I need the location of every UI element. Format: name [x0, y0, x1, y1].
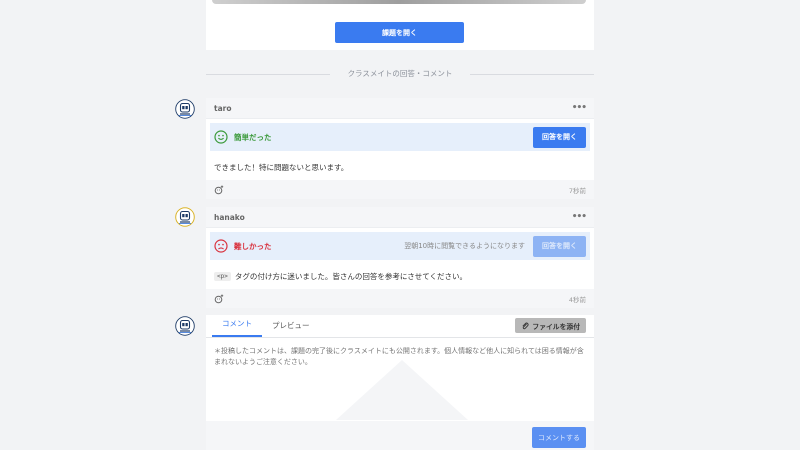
more-options-icon[interactable]: •••	[572, 212, 587, 222]
code-tag: <p>	[214, 271, 231, 281]
avatar	[175, 316, 195, 336]
tab-preview[interactable]: プレビュー	[262, 320, 320, 337]
more-options-icon[interactable]: •••	[572, 103, 587, 113]
difficulty-label: 簡単だった	[234, 132, 272, 142]
avatar-icon	[175, 207, 195, 227]
answer-body: できました！特に問題ないと思います。	[214, 162, 349, 172]
avatar-icon	[175, 316, 195, 336]
tab-comment[interactable]: コメント	[212, 318, 262, 337]
divider-line-left	[206, 74, 330, 75]
reveal-time-note: 翌朝10時に閲覧できるようになります	[404, 242, 525, 250]
timestamp: 7秒前	[568, 186, 586, 195]
username[interactable]: taro	[214, 104, 232, 113]
submit-comment-button[interactable]: コメントする	[532, 427, 586, 448]
comment-input[interactable]	[206, 338, 594, 422]
difficulty-label: 難しかった	[234, 241, 272, 251]
section-divider-label: クラスメイトの回答・コメント	[330, 68, 470, 79]
divider-line-right	[470, 74, 594, 75]
comment-footer: コメントする	[206, 421, 594, 450]
answer-footer: 7秒前	[206, 180, 594, 199]
avatar[interactable]	[175, 207, 195, 227]
answer-card: taro ••• 簡単だった 回答を開く できました！特に問題ないと思います。 …	[206, 98, 594, 199]
attach-file-button[interactable]: ファイルを添付	[515, 318, 586, 333]
answer-text: <p> タグの付け方に迷いました。皆さんの回答を参考にさせてください。	[206, 260, 594, 284]
answer-header: hanako •••	[206, 207, 594, 228]
open-answer-button[interactable]: 回答を開く	[533, 126, 586, 148]
answer-header: taro •••	[206, 98, 594, 119]
avatar-icon	[175, 99, 195, 119]
frown-face-icon	[214, 239, 228, 253]
attach-file-label: ファイルを添付	[532, 322, 580, 331]
comment-form: コメント プレビュー ファイルを添付 コメントする	[206, 315, 594, 450]
username[interactable]: hanako	[214, 213, 245, 222]
smile-face-icon	[214, 130, 228, 144]
difficulty-status: 簡単だった 回答を開く	[210, 123, 590, 151]
comment-tabs: コメント プレビュー ファイルを添付	[206, 315, 594, 338]
open-answer-button[interactable]: 回答を開く	[533, 235, 586, 257]
add-reaction-icon[interactable]	[214, 294, 224, 304]
open-task-button[interactable]: 課題を開く	[335, 22, 464, 43]
task-image	[212, 0, 586, 4]
answer-card: hanako ••• 難しかった 翌朝10時に閲覧できるようになります 回答を開…	[206, 207, 594, 308]
answer-body: タグの付け方に迷いました。皆さんの回答を参考にさせてください。	[234, 271, 467, 281]
answer-text: できました！特に問題ないと思います。	[206, 151, 594, 175]
difficulty-status: 難しかった 翌朝10時に閲覧できるようになります 回答を開く	[210, 232, 590, 260]
paperclip-icon	[522, 322, 530, 329]
avatar[interactable]	[175, 99, 195, 119]
timestamp: 4秒前	[568, 295, 586, 304]
add-reaction-icon[interactable]	[214, 185, 224, 195]
answer-footer: 4秒前	[206, 289, 594, 308]
